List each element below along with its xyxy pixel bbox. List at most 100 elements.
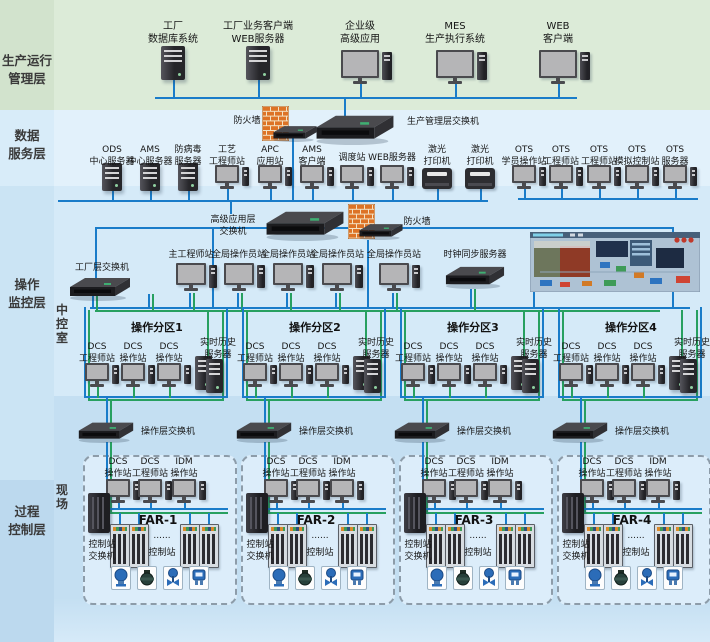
network-line: [418, 508, 544, 510]
monitor-screen: [85, 363, 109, 381]
network-line: [290, 293, 292, 310]
monitor-base: [651, 500, 665, 503]
network-line: [102, 508, 228, 510]
layer-label-monitor: 操作 监控层: [8, 277, 46, 311]
instrument-icon: [479, 566, 499, 590]
monitor-base: [305, 186, 319, 189]
monitor-screen: [138, 479, 162, 497]
network-line: [335, 293, 337, 307]
workstation-icon: [646, 479, 683, 504]
switch-icon: [235, 420, 293, 443]
workstation-icon: [279, 363, 316, 388]
rack-icon: [496, 524, 516, 568]
pc-tower: [500, 365, 507, 384]
monitor-base: [335, 500, 349, 503]
switch-icon: [272, 124, 318, 142]
workstation-icon: [243, 363, 280, 388]
pc-tower: [165, 481, 172, 500]
instrument-icon: [453, 566, 473, 590]
controlstation-switch-icon: [88, 493, 110, 533]
switch-label: 控制站 交换机: [404, 540, 432, 562]
workstation-icon: [300, 165, 337, 190]
server-tower-icon: [161, 46, 185, 80]
workstation-icon: [340, 165, 377, 190]
monitor-base: [220, 186, 234, 189]
control-station-label: 控制站: [306, 548, 334, 558]
monitor-base: [585, 500, 599, 503]
instrument-icon: [111, 566, 131, 590]
workstation-icon: [663, 165, 700, 190]
station-label: IDM 操作站: [328, 457, 356, 479]
switch-icon: [314, 112, 396, 145]
monitor-screen: [539, 50, 577, 78]
monitor-base: [406, 384, 420, 387]
monitor-base: [564, 384, 578, 387]
workstation-icon: [436, 50, 490, 84]
network-line: [95, 310, 660, 312]
switch-label: 高级应用层 交换机: [210, 215, 256, 237]
workstation-icon: [454, 479, 491, 504]
monitor-base: [636, 384, 650, 387]
monitor-screen: [224, 263, 254, 285]
rack-icon: [515, 524, 535, 568]
firewall-label: 防火墙: [233, 116, 261, 126]
workstation-icon: [539, 50, 593, 84]
monitor-base: [263, 186, 277, 189]
monitor-base: [177, 500, 191, 503]
monitor-base: [551, 81, 565, 84]
switch-icon: [77, 420, 135, 443]
workstation-icon: [341, 50, 395, 84]
monitor-base: [459, 500, 473, 503]
monitor-screen: [631, 363, 655, 381]
dots-label: ......: [311, 531, 329, 541]
network-line: [58, 200, 488, 202]
monitor-base: [111, 500, 125, 503]
pc-tower: [257, 265, 265, 288]
dots-label: ......: [153, 531, 171, 541]
monitor-base: [126, 384, 140, 387]
switch-label: 操作层交换机: [614, 427, 669, 437]
workstation-icon: [437, 363, 474, 388]
switch-icon: [551, 420, 609, 443]
network-line: [576, 508, 702, 510]
monitor-screen: [559, 363, 583, 381]
pc-tower: [306, 365, 313, 384]
network-line: [286, 293, 288, 307]
switch-label: 控制站 交换机: [88, 540, 116, 562]
far-label: FAR-4: [612, 513, 652, 527]
monitor-screen: [315, 363, 339, 381]
pc-tower: [481, 481, 488, 500]
switch-label: 生产管理层交换机: [406, 117, 479, 127]
far-label: FAR-3: [454, 513, 494, 527]
network-architecture-diagram: 生产运行 管理层 数据 服务层 操作 监控层 过程 控制层 中 控 室 现 场 …: [0, 0, 710, 642]
instrument-icon: [321, 566, 341, 590]
station-label: DCS 操作站: [629, 342, 657, 364]
monitor-screen: [454, 479, 478, 497]
pc-tower: [464, 365, 471, 384]
network-line: [258, 80, 260, 97]
station-label: DCS 操作站: [155, 342, 183, 364]
history-server-icon: [679, 359, 697, 393]
pc-tower: [622, 365, 629, 384]
monitor-base: [330, 288, 344, 291]
workstation-icon: [512, 165, 549, 190]
workstation-icon: [172, 479, 209, 504]
workstation-icon: [379, 263, 423, 292]
workstation-icon: [296, 479, 333, 504]
pc-tower: [412, 265, 420, 288]
monitor-base: [493, 500, 507, 503]
monitor-base: [281, 288, 295, 291]
station-label: DCS 操作站: [471, 342, 499, 364]
network-line: [518, 198, 698, 200]
controlstation-switch-icon: [562, 493, 584, 533]
monitor-screen: [279, 363, 303, 381]
monitor-screen: [473, 363, 497, 381]
instrument-icon: [163, 566, 183, 590]
pc-tower: [342, 365, 349, 384]
pc-tower: [673, 481, 680, 500]
workstation-icon: [612, 479, 649, 504]
instrument-icon: [189, 566, 209, 590]
station-label: IDM 操作站: [644, 457, 672, 479]
instrument-icon: [663, 566, 683, 590]
monitor-screen: [121, 363, 145, 381]
